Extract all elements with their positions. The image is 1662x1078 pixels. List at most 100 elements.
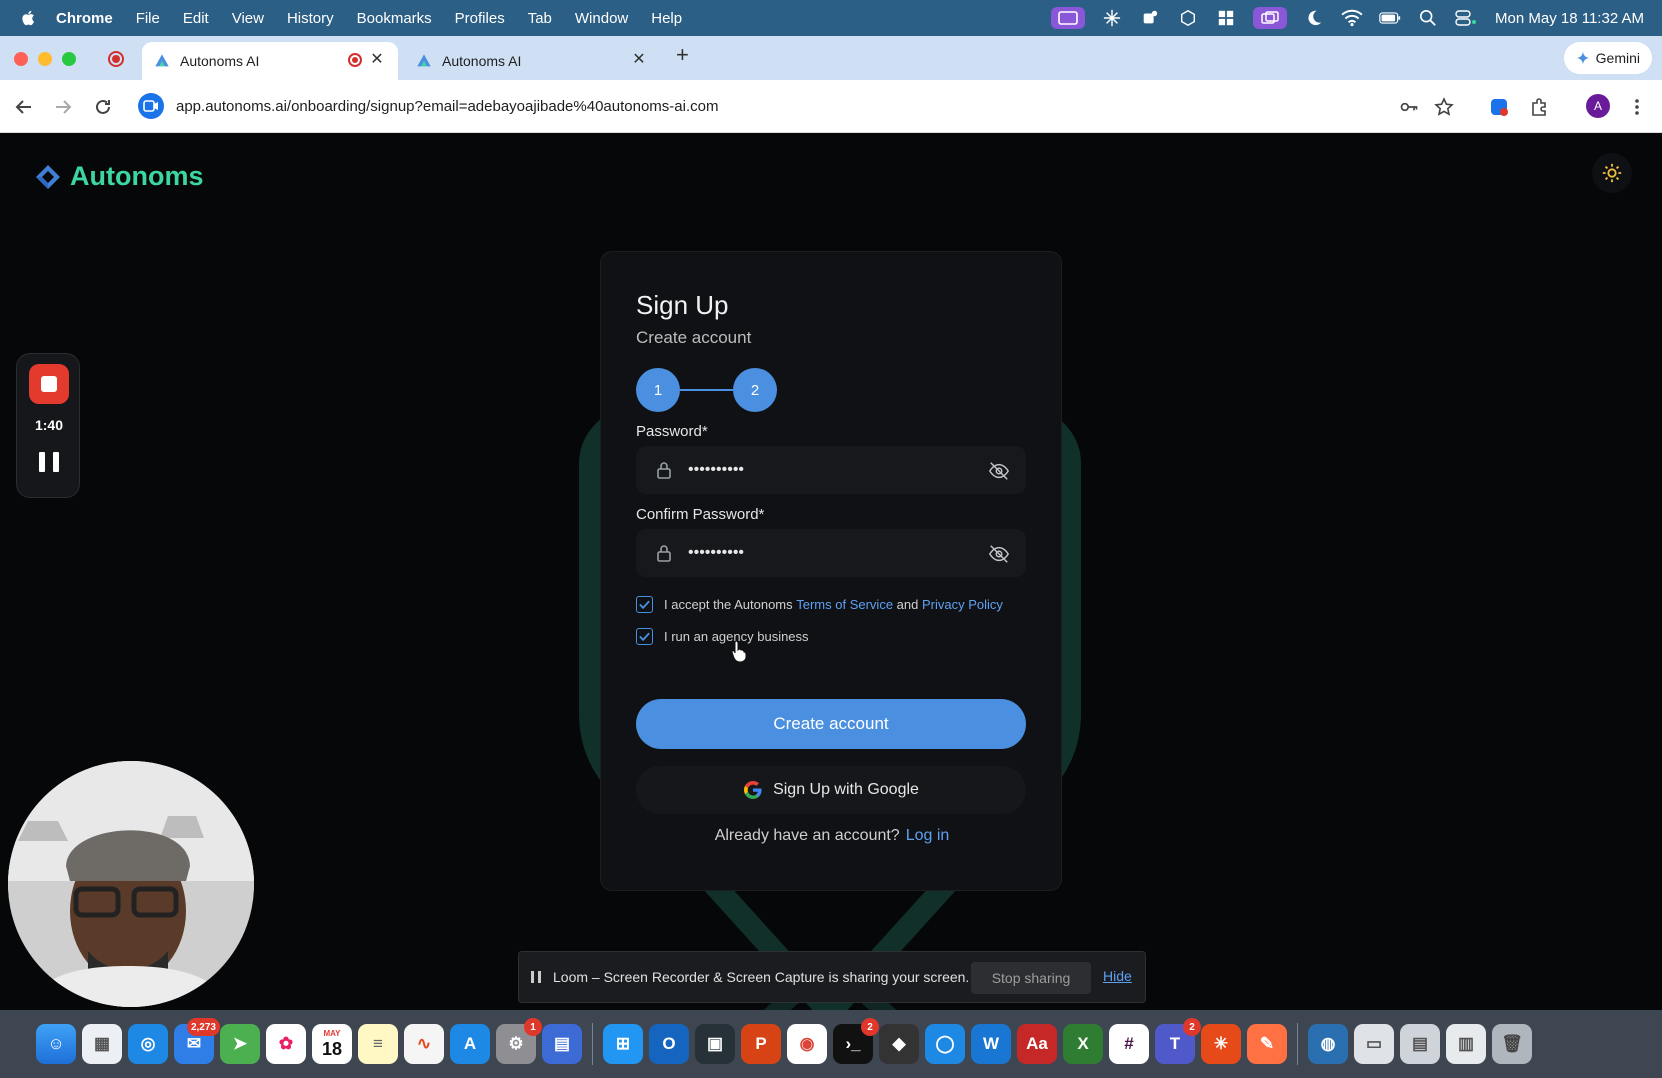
sparkle-icon[interactable] [1101, 9, 1123, 27]
menu-tab[interactable]: Tab [528, 10, 552, 27]
new-tab-icon[interactable]: + [676, 42, 689, 68]
stop-recording-button[interactable] [29, 364, 69, 404]
extension-app-icon[interactable] [1488, 96, 1510, 118]
menu-app-name[interactable]: Chrome [56, 10, 113, 27]
preview-icon[interactable]: ▤ [542, 1024, 582, 1064]
apple-icon[interactable] [20, 9, 38, 27]
window-maximize-button[interactable] [62, 52, 76, 66]
terms-checkbox[interactable] [636, 596, 653, 613]
gemini-button[interactable]: Gemini [1563, 42, 1652, 74]
teams-icon[interactable]: T2 [1155, 1018, 1201, 1064]
close-tab-icon[interactable]: ✕ [368, 51, 386, 69]
tab-autonoms-inactive[interactable]: Autonoms AI ✕ [404, 42, 660, 80]
system-settings-icon[interactable]: ⚙ 1 [496, 1018, 542, 1064]
claude-app-icon[interactable]: ✳ [1201, 1024, 1241, 1064]
globe-folder-icon[interactable]: ◍ [1308, 1024, 1348, 1064]
pencil-app-icon[interactable]: ✎ [1247, 1024, 1287, 1064]
gemini-sparkle-icon [1575, 51, 1590, 65]
dictionary-icon[interactable]: Aa [1017, 1024, 1057, 1064]
confirm-password-field[interactable]: •••••••••• [636, 529, 1026, 577]
screen-mirror-icon[interactable] [1253, 7, 1288, 29]
menu-bookmarks[interactable]: Bookmarks [357, 10, 432, 27]
loom-recording-widget: 1:40 [16, 353, 80, 498]
trash-icon[interactable]: 🗑 [1492, 1024, 1532, 1064]
step-1[interactable]: 1 [636, 368, 680, 412]
spotlight-search-icon[interactable] [1417, 9, 1439, 27]
photos-icon[interactable]: ✿ [266, 1024, 306, 1064]
privacy-policy-link[interactable]: Privacy Policy [922, 597, 1003, 612]
recording-timer: 1:40 [34, 417, 64, 433]
tab-autonoms-active[interactable]: Autonoms AI ✕ [142, 42, 398, 80]
webcam-bubble[interactable] [8, 761, 254, 1007]
moon-icon[interactable] [1303, 9, 1325, 27]
eye-off-icon[interactable] [988, 460, 1010, 482]
control-center-icon[interactable] [1455, 9, 1477, 27]
site-info-icon[interactable] [138, 93, 164, 119]
login-link[interactable]: Log in [906, 827, 950, 844]
menu-file[interactable]: File [136, 10, 160, 27]
recent-files-stack-icon[interactable]: ▤ [1400, 1024, 1440, 1064]
window-close-button[interactable] [14, 52, 28, 66]
battery-icon[interactable] [1379, 9, 1401, 27]
powerpoint-icon[interactable]: P [741, 1024, 781, 1064]
cube-app-icon[interactable]: ◆ [879, 1024, 919, 1064]
remote-desktop-icon[interactable]: ▣ [695, 1024, 735, 1064]
screen-share-status-icon[interactable] [1051, 7, 1086, 29]
password-key-icon[interactable] [1398, 96, 1420, 118]
extensions-puzzle-icon[interactable] [1528, 96, 1550, 118]
autonoms-logo[interactable]: Autonoms [34, 161, 203, 192]
freeform-icon[interactable]: ∿ [404, 1024, 444, 1064]
mail-icon[interactable]: ✉ 2,273 [174, 1018, 220, 1064]
maps-icon[interactable]: ➤ [220, 1024, 260, 1064]
eye-off-icon[interactable] [988, 543, 1010, 565]
loom-app-icon[interactable]: ◯ [925, 1024, 965, 1064]
hide-sharing-bar-link[interactable]: Hide [1103, 968, 1132, 984]
reload-icon[interactable] [92, 96, 114, 118]
terms-of-service-link[interactable]: Terms of Service [796, 597, 893, 612]
create-account-button[interactable]: Create account [636, 699, 1026, 749]
profile-avatar[interactable]: A [1586, 94, 1610, 118]
slack-icon[interactable]: # [1109, 1024, 1149, 1064]
theme-toggle-button[interactable] [1592, 153, 1632, 193]
menu-edit[interactable]: Edit [183, 10, 209, 27]
menu-bar-clock[interactable]: Mon May 18 11:32 AM [1495, 10, 1644, 27]
forward-arrow-icon[interactable] [52, 96, 74, 118]
more-menu-icon[interactable] [1626, 96, 1648, 118]
app-store-icon[interactable]: A [450, 1024, 490, 1064]
box-icon[interactable] [1177, 9, 1199, 27]
menu-profiles[interactable]: Profiles [455, 10, 505, 27]
password-field[interactable]: •••••••••• [636, 446, 1026, 494]
bookmark-star-icon[interactable] [1433, 96, 1455, 118]
teams-status-icon[interactable] [1139, 9, 1161, 27]
window-minimize-button[interactable] [38, 52, 52, 66]
pause-recording-icon[interactable] [39, 452, 59, 472]
menu-help[interactable]: Help [651, 10, 682, 27]
google-signup-button[interactable]: Sign Up with Google [636, 766, 1026, 814]
excel-icon[interactable]: X [1063, 1024, 1103, 1064]
launchpad-icon[interactable]: ▦ [82, 1024, 122, 1064]
terminal-icon[interactable]: ›_ 2 [833, 1018, 879, 1064]
stop-sharing-button[interactable]: Stop sharing [971, 962, 1091, 994]
calendar-icon[interactable]: MAY 18 [312, 1024, 352, 1064]
password-label: Password* [636, 423, 708, 440]
wifi-icon[interactable] [1341, 9, 1363, 27]
grid-app-icon[interactable] [1215, 9, 1237, 27]
notes-icon[interactable]: ≡ [358, 1024, 398, 1064]
outlook-icon[interactable]: O [649, 1024, 689, 1064]
agency-checkbox[interactable] [636, 628, 653, 645]
chrome-icon[interactable]: ◉ [787, 1024, 827, 1064]
safari-icon[interactable]: ◎ [128, 1024, 168, 1064]
menu-view[interactable]: View [232, 10, 264, 27]
finder-icon[interactable]: ☺ [36, 1024, 76, 1064]
address-bar[interactable]: app.autonoms.ai/onboarding/signup?email=… [136, 87, 1446, 125]
url-text[interactable]: app.autonoms.ai/onboarding/signup?email=… [176, 98, 718, 115]
word-icon[interactable]: W [971, 1024, 1011, 1064]
recent-document-icon[interactable]: ▭ [1354, 1024, 1394, 1064]
windows-app-icon[interactable]: ⊞ [603, 1024, 643, 1064]
back-arrow-icon[interactable] [13, 96, 35, 118]
menu-window[interactable]: Window [575, 10, 628, 27]
close-tab-icon[interactable]: ✕ [630, 51, 648, 69]
menu-history[interactable]: History [287, 10, 334, 27]
step-2[interactable]: 2 [733, 368, 777, 412]
downloads-stack-icon[interactable]: ▥ [1446, 1024, 1486, 1064]
